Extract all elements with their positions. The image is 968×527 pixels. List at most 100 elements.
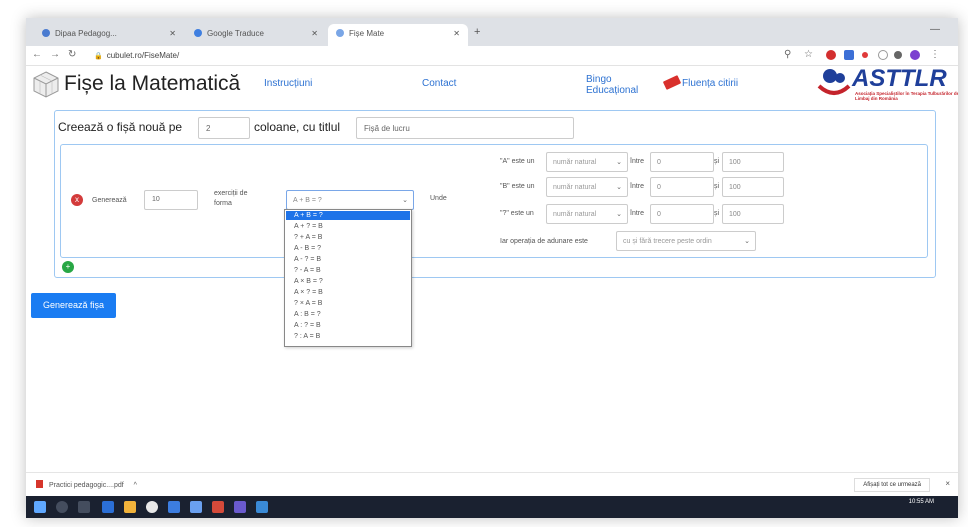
- browser-tab-3[interactable]: Fișe Mate ✕: [328, 24, 468, 46]
- download-bar-close-icon[interactable]: ×: [945, 479, 950, 488]
- var-b-type-value: număr natural: [553, 184, 597, 191]
- var-b-type-select[interactable]: număr natural ⌄: [546, 177, 628, 197]
- create-suffix: coloane, cu titlul: [254, 120, 341, 134]
- extension-icon[interactable]: [844, 50, 854, 60]
- os-taskbar: 10:55 AM: [26, 496, 958, 518]
- unde-label: Unde: [430, 195, 447, 202]
- url-field[interactable]: 🔒 cubulet.ro/FiseMate/: [94, 49, 774, 63]
- extension-icon[interactable]: [826, 50, 836, 60]
- fluenta-badge-icon: [662, 75, 682, 90]
- var-q-from-input[interactable]: 0: [650, 204, 714, 224]
- browser-tab-1[interactable]: Dipaa Pedagog... ✕: [34, 24, 184, 46]
- tab-close-icon[interactable]: ✕: [453, 29, 460, 38]
- dropdown-option[interactable]: A - ? = B: [286, 255, 410, 264]
- intre-label: între: [630, 183, 645, 190]
- generate-label: Generează: [92, 197, 127, 204]
- chrome-icon[interactable]: [146, 501, 158, 513]
- nav-link-fluenta[interactable]: Fluența citirii: [662, 75, 738, 90]
- partner-subtitle: Asociația Specialiștilor în Terapia Tulb…: [855, 91, 958, 101]
- app-icon[interactable]: [256, 501, 268, 513]
- partner-logo-text[interactable]: ASTTLR: [852, 65, 947, 93]
- dropdown-option[interactable]: A + ? = B: [286, 222, 410, 231]
- reload-icon[interactable]: ↻: [68, 49, 76, 60]
- add-row-icon[interactable]: +: [62, 261, 74, 273]
- window-minimize-icon[interactable]: —: [930, 24, 940, 35]
- mail-icon[interactable]: [168, 501, 180, 513]
- bingo-line2: Educațional: [586, 85, 639, 96]
- menu-kebab-icon[interactable]: ⋮: [930, 49, 940, 60]
- windows-start-icon[interactable]: [34, 501, 46, 513]
- tab-favicon-icon: [194, 29, 202, 37]
- generate-sheet-button[interactable]: Generează fișa: [31, 293, 117, 318]
- exercise-form-value: A + B = ?: [293, 197, 322, 204]
- dropdown-option[interactable]: A × ? = B: [286, 288, 410, 297]
- zoom-icon[interactable]: ⚲: [784, 49, 791, 60]
- operation-select[interactable]: cu și fără trecere peste ordin ⌄: [616, 231, 756, 251]
- site-title[interactable]: Fișe la Matematică: [64, 72, 240, 96]
- nav-link-instructiuni[interactable]: Instrucțiuni: [264, 78, 312, 89]
- show-all-button[interactable]: Afișați tot ce urmează: [854, 478, 930, 492]
- var-a-to-input[interactable]: 100: [722, 152, 784, 172]
- new-tab-button[interactable]: +: [474, 26, 480, 38]
- chevron-down-icon: ⌄: [402, 197, 408, 204]
- profile-avatar-icon[interactable]: [910, 50, 920, 60]
- var-b-from-input[interactable]: 0: [650, 177, 714, 197]
- taskbar-clock[interactable]: 10:55 AM: [909, 498, 934, 506]
- lock-icon: 🔒: [94, 53, 103, 60]
- dropdown-option[interactable]: ? : A = B: [286, 332, 410, 341]
- nav-link-bingo[interactable]: Bingo Educațional: [586, 74, 638, 96]
- browser-tab-2[interactable]: Google Traduce ✕: [186, 24, 326, 46]
- tab-label: Google Traduce: [207, 29, 264, 38]
- chevron-down-icon: ⌄: [744, 238, 750, 245]
- var-b-to-input[interactable]: 100: [722, 177, 784, 197]
- file-explorer-icon[interactable]: [124, 501, 136, 513]
- sheet-title-input[interactable]: Fișă de lucru: [356, 117, 574, 139]
- dropdown-option[interactable]: A × B = ?: [286, 277, 410, 286]
- store-icon[interactable]: [190, 501, 202, 513]
- task-view-icon[interactable]: [78, 501, 90, 513]
- search-icon[interactable]: [56, 501, 68, 513]
- teams-icon[interactable]: [234, 501, 246, 513]
- download-chevron-icon[interactable]: ^: [134, 482, 137, 489]
- remove-row-icon[interactable]: x: [71, 194, 83, 206]
- word-icon[interactable]: [102, 501, 114, 513]
- var-q-to-input[interactable]: 100: [722, 204, 784, 224]
- dropdown-option[interactable]: A - B = ?: [286, 244, 410, 253]
- dropdown-option[interactable]: A + B = ?: [286, 211, 410, 220]
- tab-close-icon[interactable]: ✕: [169, 29, 176, 38]
- var-a-type-select[interactable]: număr natural ⌄: [546, 152, 628, 172]
- address-bar: ← → ↻ 🔒 cubulet.ro/FiseMate/ ⚲ ☆ ⋮: [26, 46, 958, 66]
- extensions-puzzle-icon[interactable]: [894, 51, 902, 59]
- tab-label: Dipaa Pedagog...: [55, 29, 117, 38]
- dropdown-option[interactable]: A : B = ?: [286, 310, 410, 319]
- download-bar: Practici pedagogic....pdf ^ Afișați tot …: [26, 472, 958, 496]
- bingo-line1: Bingo: [586, 74, 612, 85]
- download-item[interactable]: Practici pedagogic....pdf ^: [36, 480, 137, 489]
- si-label: și: [714, 183, 720, 190]
- extension-icon[interactable]: [878, 50, 888, 60]
- columns-input[interactable]: 2: [198, 117, 250, 139]
- download-filename: Practici pedagogic....pdf: [49, 482, 124, 489]
- url-text: cubulet.ro/FiseMate/: [106, 51, 180, 60]
- exercise-count-input[interactable]: 10: [144, 190, 198, 210]
- exercise-form-select[interactable]: A + B = ? ⌄: [286, 190, 414, 210]
- nav-link-contact[interactable]: Contact: [422, 78, 456, 89]
- bookmark-star-icon[interactable]: ☆: [804, 49, 813, 60]
- var-q-label: "?" este un: [500, 210, 534, 217]
- var-q-type-select[interactable]: număr natural ⌄: [546, 204, 628, 224]
- dropdown-option[interactable]: ? + A = B: [286, 233, 410, 242]
- dropdown-option[interactable]: A : ? = B: [286, 321, 410, 330]
- app-icon[interactable]: [212, 501, 224, 513]
- back-icon[interactable]: ←: [32, 49, 42, 60]
- intre-label: între: [630, 158, 645, 165]
- extension-icon[interactable]: [862, 52, 868, 58]
- dropdown-option[interactable]: ? × A = B: [286, 299, 410, 308]
- operation-value: cu și fără trecere peste ordin: [623, 238, 712, 245]
- forward-icon[interactable]: →: [50, 49, 60, 60]
- var-a-from-input[interactable]: 0: [650, 152, 714, 172]
- dropdown-option[interactable]: ? - A = B: [286, 266, 410, 275]
- cube-logo-icon: [33, 71, 59, 98]
- var-a-type-value: număr natural: [553, 159, 597, 166]
- tab-bar: Dipaa Pedagog... ✕ Google Traduce ✕ Fișe…: [26, 18, 958, 46]
- tab-close-icon[interactable]: ✕: [311, 29, 318, 38]
